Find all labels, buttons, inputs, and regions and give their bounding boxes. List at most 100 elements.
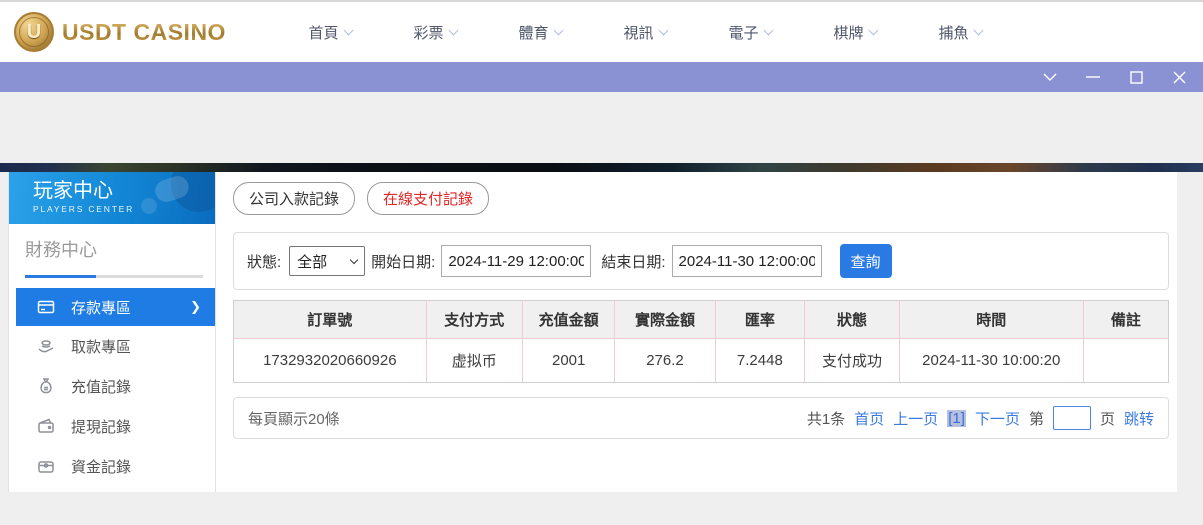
sidebar-item-deposit-records[interactable]: 充值記錄	[9, 366, 215, 406]
nav-item-cards[interactable]: 棋牌	[803, 22, 908, 43]
next-page-link[interactable]: 下一页	[975, 408, 1020, 429]
sidebar-item-label: 取款專區	[71, 336, 131, 357]
wallet-icon	[37, 417, 55, 435]
col-deposit-amount: 充值金額	[522, 301, 615, 339]
sidebar-item-label: 充值記錄	[71, 376, 131, 397]
jump-button[interactable]: 跳转	[1124, 408, 1154, 429]
purse-icon	[37, 457, 55, 475]
spacer-strip	[0, 92, 1203, 163]
nav-label: 電子	[728, 22, 758, 43]
banner-edge-strip	[0, 163, 1203, 172]
sidebar-item-lottery-bets[interactable]: UU彩票下注	[9, 486, 215, 492]
jump-prefix: 第	[1029, 408, 1044, 429]
nav-item-sports[interactable]: 體育	[488, 22, 593, 43]
coin-letter: U	[27, 21, 41, 44]
col-order-number: 訂單號	[234, 301, 427, 339]
jump-page-input[interactable]	[1053, 406, 1091, 430]
chevron-down-icon	[449, 25, 459, 35]
collapse-chevron-icon[interactable]	[1042, 69, 1058, 85]
nav-label: 體育	[518, 22, 548, 43]
close-icon[interactable]	[1171, 69, 1187, 85]
cell-time: 2024-11-30 10:00:20	[899, 339, 1083, 383]
chevron-down-icon	[659, 25, 669, 35]
nav-label: 捕魚	[938, 22, 968, 43]
decor-circle	[141, 198, 157, 214]
cell-exchange-rate: 7.2448	[715, 339, 805, 383]
start-date-input[interactable]	[441, 245, 591, 277]
nav-label: 棋牌	[833, 22, 863, 43]
select-chevron-icon	[350, 255, 358, 263]
col-actual-amount: 實際金額	[615, 301, 715, 339]
maximize-icon[interactable]	[1128, 69, 1144, 85]
chevron-down-icon	[974, 25, 984, 35]
deposit-card-icon	[37, 298, 55, 316]
status-select-value: 全部	[297, 251, 327, 272]
chevron-down-icon	[554, 25, 564, 35]
sidebar-item-withdraw[interactable]: 取款專區	[9, 326, 215, 366]
nav-label: 彩票	[413, 22, 443, 43]
chevron-down-icon	[764, 25, 774, 35]
start-date-label: 開始日期:	[371, 251, 435, 272]
nav-item-lottery[interactable]: 彩票	[383, 22, 488, 43]
nav-label: 視訊	[623, 22, 653, 43]
first-page-link[interactable]: 首页	[854, 408, 884, 429]
status-label: 狀態:	[247, 251, 281, 272]
sidebar-item-deposit[interactable]: 存款專區 ❯	[16, 288, 215, 326]
minimize-icon[interactable]	[1085, 69, 1101, 85]
jump-suffix: 页	[1100, 408, 1115, 429]
chevron-right-icon: ❯	[190, 299, 201, 315]
nav-item-fishing[interactable]: 捕魚	[908, 22, 1013, 43]
end-date-input[interactable]	[672, 245, 822, 277]
casino-app-window: U USDT CASINO 首頁 彩票 體育 視訊 電子	[0, 0, 1203, 525]
sidebar-item-funds-records[interactable]: 資金記錄	[9, 446, 215, 486]
brand-name: USDT CASINO	[62, 19, 226, 46]
record-tabs: 公司入款記錄 在線支付記錄	[233, 182, 1169, 215]
query-button[interactable]: 查詢	[840, 244, 892, 278]
cell-deposit-amount: 2001	[522, 339, 615, 383]
table-row: 1732932020660926 虚拟币 2001 276.2 7.2448 支…	[234, 339, 1169, 383]
nav-label: 首頁	[308, 22, 338, 43]
pager-controls: 共1条 首页 上一页 [1] 下一页 第 页 跳转	[807, 406, 1154, 430]
cell-remark	[1083, 339, 1168, 383]
app-header: U USDT CASINO 首頁 彩票 體育 視訊 電子	[0, 2, 1203, 62]
nav-item-slots[interactable]: 電子	[698, 22, 803, 43]
filter-bar: 狀態: 全部 開始日期: 結束日期: 查詢	[233, 232, 1169, 290]
sidebar-menu: 存款專區 ❯ 取款專區 充值記錄 提現記錄 資金記錄	[9, 288, 215, 492]
main-nav: 首頁 彩票 體育 視訊 電子 棋牌	[278, 22, 1013, 43]
chevron-down-icon	[869, 25, 879, 35]
col-status: 狀態	[805, 301, 899, 339]
sidebar-item-withdrawal-records[interactable]: 提現記錄	[9, 406, 215, 446]
col-remark: 備註	[1083, 301, 1168, 339]
current-page-badge: [1]	[947, 410, 966, 427]
per-page-text: 每頁顯示20條	[248, 408, 340, 429]
content-region: 玩家中心 PLAYERS CENTER 財務中心 存款專區 ❯ 取款專區	[0, 172, 1203, 525]
sidebar-item-label: 資金記錄	[71, 456, 131, 477]
chevron-down-icon	[344, 25, 354, 35]
withdraw-hand-icon	[37, 337, 55, 355]
sidebar-header: 玩家中心 PLAYERS CENTER	[9, 172, 215, 224]
nav-item-live[interactable]: 視訊	[593, 22, 698, 43]
payment-records-table: 訂單號 支付方式 充值金額 實際金額 匯率 狀態 時間 備註 173293202…	[233, 300, 1169, 383]
tab-company-deposit-records[interactable]: 公司入款記錄	[233, 182, 355, 215]
cell-status: 支付成功	[805, 339, 899, 383]
status-select[interactable]: 全部	[289, 246, 365, 276]
end-date-label: 結束日期:	[601, 251, 665, 272]
cell-payment-method: 虚拟币	[426, 339, 522, 383]
sidebar-item-label: 存款專區	[71, 297, 131, 318]
cell-actual-amount: 276.2	[615, 339, 715, 383]
col-time: 時間	[899, 301, 1083, 339]
cell-order-number: 1732932020660926	[234, 339, 427, 383]
finance-section: 財務中心	[9, 224, 215, 278]
col-payment-method: 支付方式	[426, 301, 522, 339]
tab-online-payment-records[interactable]: 在線支付記錄	[367, 182, 489, 215]
payment-records-panel: 公司入款記錄 在線支付記錄 狀態: 全部 開始日期: 結束日期: 查詢 訂單號	[216, 172, 1177, 492]
moneybag-icon	[37, 377, 55, 395]
window-titlebar	[0, 62, 1203, 92]
sidebar-item-label: 提現記錄	[71, 416, 131, 437]
brand-logo[interactable]: U USDT CASINO	[14, 12, 226, 52]
coin-logo-icon: U	[14, 12, 54, 52]
section-divider	[25, 275, 203, 278]
table-header-row: 訂單號 支付方式 充值金額 實際金額 匯率 狀態 時間 備註	[234, 301, 1169, 339]
nav-item-home[interactable]: 首頁	[278, 22, 383, 43]
prev-page-link[interactable]: 上一页	[893, 408, 938, 429]
